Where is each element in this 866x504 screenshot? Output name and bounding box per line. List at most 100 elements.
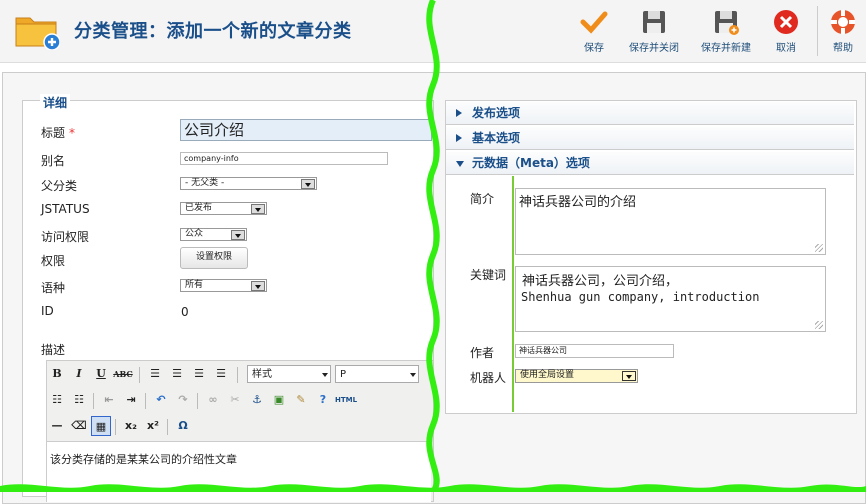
parent-value: - 无父类 - [185, 178, 225, 188]
triangle-right-icon [456, 134, 462, 142]
eraser-icon[interactable]: ⌫ [69, 416, 89, 436]
meta-keywords-textarea[interactable]: 神话兵器公司，公司介绍， Shenhua gun company, introd… [515, 266, 826, 332]
meta-section-indicator [512, 176, 514, 412]
divider [139, 367, 140, 383]
page-title: 分类管理：添加一个新的文章分类 [74, 21, 352, 42]
image-icon[interactable]: ▣ [269, 390, 289, 410]
save-button[interactable]: 保存 [578, 8, 610, 54]
save-close-button[interactable]: 保存并关闭 [624, 8, 684, 54]
link-icon[interactable]: ∞ [203, 390, 223, 410]
align-center-icon[interactable]: ☰ [167, 364, 187, 384]
triangle-down-icon [456, 161, 464, 167]
cancel-button[interactable]: 取消 [770, 8, 802, 54]
chevron-down-icon [301, 179, 315, 189]
save-close-label: 保存并关闭 [629, 43, 679, 54]
strikethrough-icon[interactable]: ABC [113, 364, 133, 384]
accordion-publish-label: 发布选项 [472, 106, 521, 120]
divider [145, 393, 146, 409]
meta-robots-value: 使用全局设置 [520, 370, 575, 380]
anchor-icon[interactable]: ⚓ [247, 390, 267, 410]
align-right-icon[interactable]: ☰ [189, 364, 209, 384]
table-icon[interactable]: ▦ [91, 416, 111, 436]
format-select[interactable]: P [335, 365, 419, 383]
style-select-value: 样式 [252, 369, 272, 380]
chevron-down-icon [622, 371, 636, 381]
chevron-down-icon [231, 230, 245, 240]
special-char-icon[interactable]: Ω [173, 416, 193, 436]
alias-input[interactable]: company-info [180, 152, 388, 165]
italic-icon[interactable]: I [69, 364, 89, 384]
meta-description-label: 简介 [470, 192, 495, 206]
id-value: 0 [181, 305, 189, 319]
folder-add-icon [15, 17, 60, 50]
editor-body-text: 该分类存储的是某某公司的介绍性文章 [50, 453, 237, 466]
language-value: 所有 [185, 280, 204, 290]
undo-icon[interactable]: ↶ [151, 390, 171, 410]
outdent-icon[interactable]: ⇤ [99, 390, 119, 410]
help-button[interactable]: 帮助 [828, 8, 858, 54]
indent-icon[interactable]: ⇥ [121, 390, 141, 410]
meta-description-textarea[interactable]: 神话兵器公司的介绍 [515, 188, 826, 255]
access-select[interactable]: 公众 [180, 228, 247, 241]
chevron-down-icon [251, 204, 265, 214]
accordion-basic-options[interactable]: 基本选项 [446, 127, 854, 150]
chevron-down-icon [322, 373, 328, 377]
format-select-value: P [340, 369, 347, 380]
help-label: 帮助 [833, 43, 853, 54]
accordion-meta-options[interactable]: 元数据（Meta）选项 [446, 152, 854, 175]
access-label: 访问权限 [41, 230, 90, 244]
floppy-plus-icon [715, 11, 739, 35]
meta-keywords-line-1: 神话兵器公司，公司介绍， [522, 274, 679, 289]
meta-author-input[interactable]: 神话兵器公司 [515, 344, 674, 358]
floppy-icon [643, 11, 665, 33]
alias-label: 别名 [41, 154, 66, 168]
cancel-icon [774, 10, 798, 34]
meta-author-label: 作者 [470, 346, 495, 360]
status-select[interactable]: 已发布 [180, 202, 267, 215]
subscript-icon[interactable]: x₂ [121, 416, 141, 436]
cancel-label: 取消 [776, 43, 796, 54]
underline-icon[interactable]: U [91, 364, 111, 384]
details-legend: 详细 [40, 94, 71, 111]
meta-robots-label: 机器人 [470, 371, 507, 385]
status-label: JSTATUS [41, 202, 90, 216]
chevron-down-icon [410, 373, 416, 377]
style-select[interactable]: 样式 [247, 365, 331, 383]
resize-grip-icon[interactable] [815, 244, 823, 252]
wavy-divider-vertical [426, 0, 440, 492]
title-input[interactable]: 公司介绍 [180, 119, 432, 141]
divider [167, 419, 168, 435]
help-icon[interactable]: ? [313, 390, 333, 410]
meta-keywords-line-2: Shenhua gun company, introduction [521, 290, 760, 304]
align-left-icon[interactable]: ☰ [145, 364, 165, 384]
save-new-button[interactable]: 保存并新建 [696, 8, 756, 54]
triangle-right-icon [456, 109, 462, 117]
accordion-basic-label: 基本选项 [472, 131, 521, 145]
meta-robots-select[interactable]: 使用全局设置 [515, 369, 638, 383]
align-justify-icon[interactable]: ☰ [211, 364, 231, 384]
accordion-meta-label: 元数据（Meta）选项 [472, 156, 590, 170]
cleanup-icon[interactable]: ✎ [291, 390, 311, 410]
superscript-icon[interactable]: x² [143, 416, 163, 436]
parent-label: 父分类 [41, 179, 78, 193]
numbered-list-icon[interactable]: ☷ [69, 390, 89, 410]
horizontal-rule-icon[interactable]: — [47, 416, 67, 436]
parent-select[interactable]: - 无父类 - [180, 177, 317, 190]
language-label: 语种 [41, 281, 66, 295]
id-label: ID [41, 304, 54, 318]
bullet-list-icon[interactable]: ☷ [47, 390, 67, 410]
unlink-icon[interactable]: ✂ [225, 390, 245, 410]
language-select[interactable]: 所有 [180, 279, 267, 292]
html-source-button[interactable]: HTML [335, 390, 357, 410]
accordion-publish-options[interactable]: 发布选项 [446, 102, 854, 125]
description-label: 描述 [41, 343, 66, 357]
divider [93, 393, 94, 409]
save-label: 保存 [584, 43, 604, 54]
redo-icon[interactable]: ↷ [173, 390, 193, 410]
bold-icon[interactable]: B [47, 364, 67, 384]
resize-grip-icon[interactable] [815, 321, 823, 329]
set-permissions-button[interactable]: 设置权限 [180, 247, 248, 269]
chevron-down-icon [251, 281, 265, 291]
lifebuoy-icon [831, 10, 855, 34]
checkmark-icon [580, 11, 608, 34]
